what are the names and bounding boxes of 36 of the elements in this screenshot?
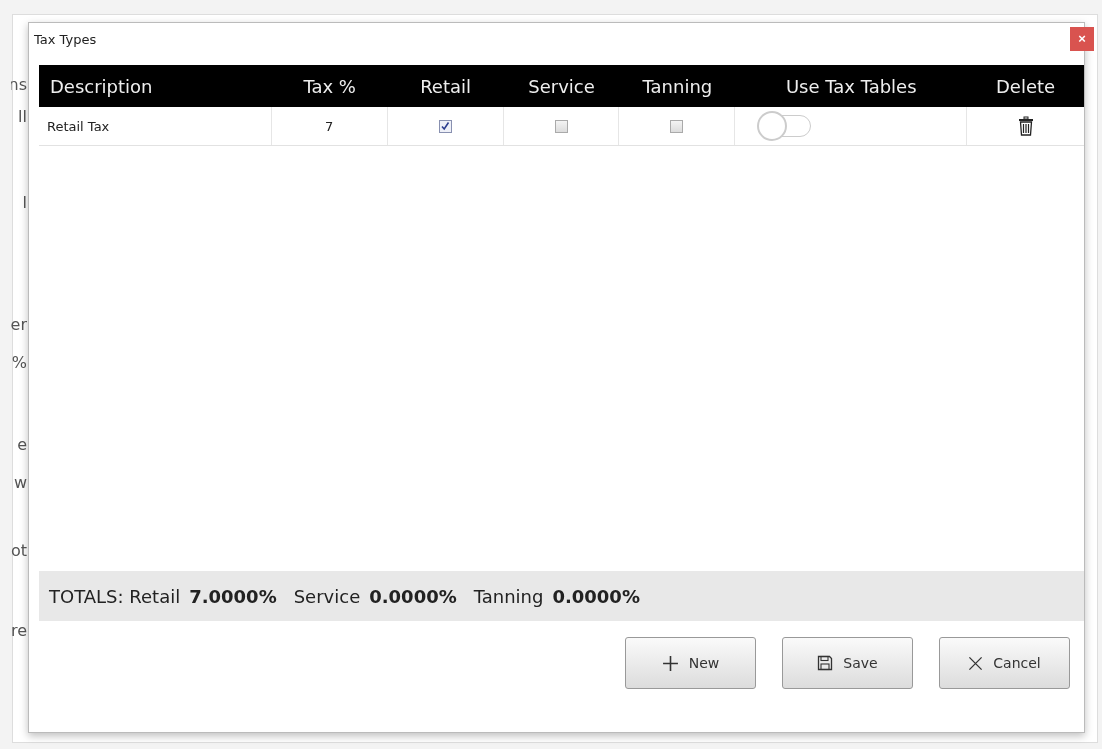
- close-icon: [968, 655, 984, 671]
- save-icon: [817, 655, 834, 671]
- totals-label: Service: [293, 585, 361, 607]
- column-header[interactable]: Description: [39, 65, 272, 107]
- checkbox[interactable]: [670, 119, 684, 133]
- totals-value: 7.0000%: [189, 585, 277, 607]
- column-header[interactable]: Service: [503, 65, 620, 107]
- background-text: w: [12, 473, 27, 492]
- totals-value: 0.0000%: [369, 585, 457, 607]
- background-text: er: [11, 315, 27, 334]
- window-title: Tax Types: [34, 32, 97, 47]
- column-header[interactable]: Use Tax Tables: [735, 65, 968, 107]
- new-button[interactable]: New: [625, 637, 756, 689]
- background-text: l: [21, 193, 27, 212]
- toggle-switch[interactable]: [757, 111, 812, 141]
- background-text: %: [11, 353, 27, 372]
- cancel-button[interactable]: Cancel: [939, 637, 1070, 689]
- column-header[interactable]: Retail: [387, 65, 504, 107]
- table-cell: Retail Tax: [39, 107, 272, 145]
- background-text: e: [16, 435, 27, 454]
- background-text: ll: [17, 107, 27, 126]
- close-button[interactable]: ×: [1070, 27, 1094, 51]
- column-header[interactable]: Tanning: [619, 65, 736, 107]
- column-header[interactable]: Tax %: [271, 65, 388, 107]
- plus-icon: [661, 654, 679, 672]
- trash-icon[interactable]: [1017, 116, 1034, 136]
- table-cell: 7: [271, 107, 388, 145]
- background-text: re: [11, 621, 27, 640]
- save-button[interactable]: Save: [782, 637, 913, 689]
- checkbox[interactable]: [438, 119, 452, 133]
- checkbox[interactable]: [554, 119, 568, 133]
- totals-label: Tanning: [473, 585, 544, 607]
- totals-label: TOTALS: Retail: [49, 585, 181, 607]
- totals-value: 0.0000%: [552, 585, 640, 607]
- background-text: ot: [11, 541, 27, 560]
- column-header[interactable]: Delete: [967, 65, 1084, 107]
